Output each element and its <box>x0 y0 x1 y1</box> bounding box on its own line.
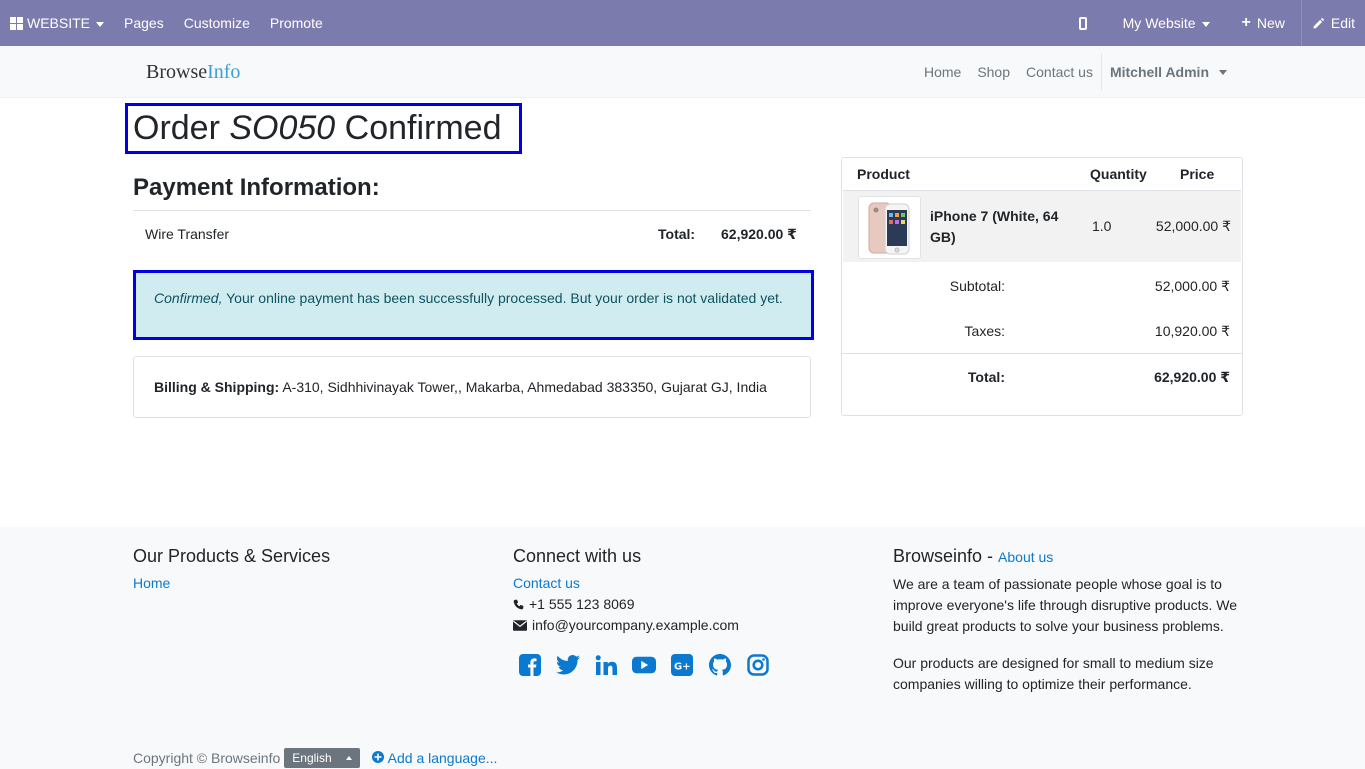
phone-icon <box>513 599 524 610</box>
billing-shipping-card: Billing & Shipping: A-310, Sidhhivinayak… <box>133 356 811 418</box>
plus-circle-icon <box>371 750 384 766</box>
footer-heading-separator: - <box>982 546 999 566</box>
new-label: New <box>1256 15 1285 31</box>
social-links: G+ <box>518 653 843 677</box>
product-image <box>858 196 921 259</box>
logo-text-2: Info <box>207 61 241 83</box>
logo-text-1: Browse <box>146 61 208 83</box>
subtotal-label: Subtotal: <box>949 278 1005 294</box>
about-paragraph-2: Our products are designed for small to m… <box>893 655 1214 692</box>
site-header: BrowseInfo Home Shop Contact us Mitchell… <box>0 46 1365 98</box>
chevron-down-icon <box>1201 21 1210 27</box>
website-app-menu[interactable]: WEBSITE <box>0 0 114 46</box>
footer-col-connect: Connect with us Contact us +1 555 123 80… <box>513 545 843 677</box>
nav-shop[interactable]: Shop <box>969 64 1018 80</box>
divider <box>842 353 1242 354</box>
address-value: A-310, Sidhhivinayak Tower,, Makarba, Ah… <box>279 379 767 395</box>
footer-heading: Our Products & Services <box>133 546 331 566</box>
add-language-label: Add a language... <box>387 750 498 766</box>
chevron-down-icon <box>96 21 105 27</box>
edit-button[interactable]: Edit <box>1300 0 1365 46</box>
taxes-value: 10,920.00 ₹ <box>1154 323 1230 339</box>
col-header-quantity: Quantity <box>1090 166 1147 182</box>
menu-customize[interactable]: Customize <box>174 0 260 46</box>
taxes-label: Taxes: <box>964 323 1005 339</box>
github-icon[interactable] <box>708 653 732 677</box>
total-value: 62,920.00 ₹ <box>1154 369 1230 385</box>
footer-col-products: Our Products & Services Home <box>133 545 463 594</box>
title-prefix: Order <box>133 109 230 147</box>
footer-heading-text: Browseinfo <box>893 546 983 566</box>
plus-icon: + <box>1241 14 1251 31</box>
divider <box>133 210 811 211</box>
site-selector-label: My Website <box>1122 15 1196 31</box>
payment-info-heading: Payment Information: <box>133 174 380 201</box>
new-button[interactable]: + New <box>1226 0 1301 46</box>
chevron-up-icon <box>345 756 352 760</box>
user-menu[interactable]: Mitchell Admin <box>1100 53 1235 91</box>
copyright-bar: Copyright © Browseinfo English Add a lan… <box>133 748 497 768</box>
alert-status: Confirmed, <box>154 290 223 306</box>
order-summary-card: Product Quantity Price iPhone 7 (White, … <box>841 157 1243 416</box>
linkedin-icon[interactable] <box>594 653 618 677</box>
email-line: info@yourcompany.example.com <box>513 615 843 636</box>
menu-pages[interactable]: Pages <box>114 0 174 46</box>
language-selector[interactable]: English <box>284 748 360 768</box>
col-header-price: Price <box>1180 166 1215 182</box>
add-language-link[interactable]: Add a language... <box>371 750 498 766</box>
footer-link-about[interactable]: About us <box>998 549 1053 565</box>
chevron-down-icon <box>1219 69 1227 75</box>
site-selector[interactable]: My Website <box>1107 0 1226 46</box>
footer-col-about: Browseinfo - About us We are a team of p… <box>893 545 1253 695</box>
order-number: SO050 <box>229 109 336 147</box>
menu-promote[interactable]: Promote <box>260 0 333 46</box>
page-title: Order SO050 Confirmed <box>133 109 502 148</box>
payment-total-value: 62,920.00 ₹ <box>721 226 797 242</box>
subtotal-value: 52,000.00 ₹ <box>1154 278 1230 294</box>
phone-number: +1 555 123 8069 <box>529 596 635 612</box>
footer-heading: Connect with us <box>513 546 642 566</box>
language-label: English <box>292 751 332 765</box>
alert-text: Your online payment has been successfull… <box>222 290 783 306</box>
payment-method: Wire Transfer <box>145 226 230 242</box>
total-label: Total: <box>967 369 1005 385</box>
pencil-icon <box>1312 17 1325 30</box>
payment-total-label: Total: <box>658 226 696 242</box>
youtube-icon[interactable] <box>632 653 656 677</box>
footer-link-home[interactable]: Home <box>133 575 170 591</box>
mobile-phone-icon <box>1078 16 1087 30</box>
nav-home[interactable]: Home <box>916 64 969 80</box>
product-quantity: 1.0 <box>1092 218 1112 234</box>
user-name: Mitchell Admin <box>1109 64 1209 80</box>
apps-grid-icon <box>10 16 23 30</box>
nav-contact-us[interactable]: Contact us <box>1018 64 1101 80</box>
mobile-preview-button[interactable] <box>1059 0 1107 46</box>
copyright-text: Copyright © Browseinfo <box>133 750 281 766</box>
site-footer: Our Products & Services Home Connect wit… <box>0 527 1365 769</box>
title-suffix: Confirmed <box>335 109 502 147</box>
twitter-icon[interactable] <box>556 653 580 677</box>
footer-heading: Browseinfo - About us <box>893 545 1253 568</box>
footer-link-contact[interactable]: Contact us <box>513 575 580 591</box>
product-name: iPhone 7 (White, 64 GB) <box>930 208 1059 245</box>
about-paragraph-1: We are a team of passionate people whose… <box>893 576 1238 634</box>
facebook-icon[interactable] <box>518 653 542 677</box>
envelope-icon <box>513 620 527 631</box>
address-label: Billing & Shipping: <box>154 379 280 395</box>
main-nav: Home Shop Contact us Mitchell Admin <box>916 46 1235 98</box>
site-logo[interactable]: BrowseInfo <box>146 61 240 84</box>
product-price: 52,000.00 ₹ <box>1155 218 1231 234</box>
phone-line: +1 555 123 8069 <box>513 594 843 615</box>
admin-topbar: WEBSITE Pages Customize Promote My Websi… <box>0 0 1365 46</box>
table-row: iPhone 7 (White, 64 GB) 1.0 52,000.00 ₹ <box>843 190 1241 262</box>
svg-text:G+: G+ <box>674 662 691 673</box>
payment-status-alert: Confirmed, Your online payment has been … <box>133 270 814 340</box>
email-address: info@yourcompany.example.com <box>532 617 739 633</box>
google-plus-icon[interactable]: G+ <box>670 653 694 677</box>
instagram-icon[interactable] <box>746 653 770 677</box>
col-header-product: Product <box>857 166 910 182</box>
website-app-label: WEBSITE <box>27 15 91 31</box>
edit-label: Edit <box>1330 15 1355 31</box>
